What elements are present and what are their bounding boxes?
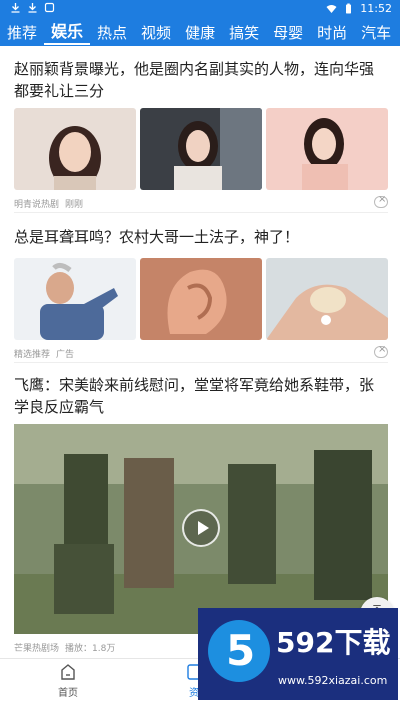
news-thumbnail[interactable] (140, 108, 262, 190)
app-notification-icon (44, 2, 55, 13)
play-count: 播放：1.8万 (65, 643, 116, 654)
news-feed: 赵丽颖背景曝光，他是圈内名副其实的人物，连向华强都要礼让三分 明青说热剧 刚刚 … (0, 46, 400, 658)
watermark-title: 592下载 (276, 626, 391, 659)
ad-thumbnail[interactable] (14, 258, 136, 340)
news-source: 精选推荐 (14, 349, 51, 360)
tab-entertainment[interactable]: 娱乐 (44, 21, 91, 45)
news-title[interactable]: 赵丽颖背景曝光，他是圈内名副其实的人物，连向华强都要礼让三分 (14, 58, 388, 102)
nav-home-label: 首页 (58, 688, 78, 699)
ad-thumbnail[interactable] (266, 258, 388, 340)
watermark-digit: 5 (226, 626, 256, 675)
divider (14, 212, 388, 213)
video-player[interactable] (14, 424, 388, 634)
divider (14, 362, 388, 363)
news-item[interactable]: 总是耳聋耳鸣？农村大哥一土法子，神了！ 精选推荐 广告 (14, 226, 388, 360)
watermark-url: www.592xiazai.com (278, 674, 388, 687)
dismiss-icon[interactable] (374, 194, 388, 208)
battery-icon (343, 3, 354, 14)
nav-home[interactable]: 首页 (38, 663, 98, 699)
dismiss-icon[interactable] (374, 344, 388, 358)
tab-parenting[interactable]: 母婴 (266, 21, 310, 45)
site-watermark: 5 592下载 www.592xiazai.com (198, 608, 398, 700)
status-bar: 11:52 (0, 0, 400, 18)
category-tabs: 推荐 娱乐 热点 视频 健康 搞笑 母婴 时尚 汽车 (0, 19, 400, 46)
tab-hot[interactable]: 热点 (90, 21, 134, 45)
news-title[interactable]: 飞鹰：宋美龄来前线慰问，堂堂将军竟给她系鞋带，张学良反应霸气 (14, 374, 388, 418)
news-thumbnail[interactable] (14, 108, 136, 190)
ad-thumbnail[interactable] (140, 258, 262, 340)
news-time: 刚刚 (65, 199, 84, 210)
news-source: 明青说热剧 (14, 199, 60, 210)
top-bar: 11:52 推荐 娱乐 热点 视频 健康 搞笑 母婴 时尚 汽车 (0, 0, 400, 46)
download-icon (10, 2, 21, 13)
watermark-logo: 5 (208, 620, 270, 682)
news-thumbnail[interactable] (266, 108, 388, 190)
news-title[interactable]: 总是耳聋耳鸣？农村大哥一土法子，神了！ (14, 226, 388, 248)
play-icon[interactable] (182, 509, 220, 547)
ad-badge: 广告 (56, 349, 75, 360)
download-icon (27, 2, 38, 13)
wifi-icon (326, 3, 337, 14)
tab-recommend[interactable]: 推荐 (0, 21, 44, 45)
news-item[interactable]: 赵丽颖背景曝光，他是圈内名副其实的人物，连向华强都要礼让三分 明青说热剧 刚刚 (14, 58, 388, 210)
home-icon (59, 663, 77, 681)
news-source: 芒果热剧场 (14, 643, 60, 654)
tab-auto[interactable]: 汽车 (354, 21, 398, 45)
news-meta: 精选推荐 广告 (14, 344, 388, 360)
status-time: 11:52 (360, 2, 392, 15)
tab-fashion[interactable]: 时尚 (310, 21, 354, 45)
tab-funny[interactable]: 搞笑 (222, 21, 266, 45)
tab-health[interactable]: 健康 (178, 21, 222, 45)
news-meta: 明青说热剧 刚刚 (14, 194, 388, 210)
tab-video[interactable]: 视频 (134, 21, 178, 45)
